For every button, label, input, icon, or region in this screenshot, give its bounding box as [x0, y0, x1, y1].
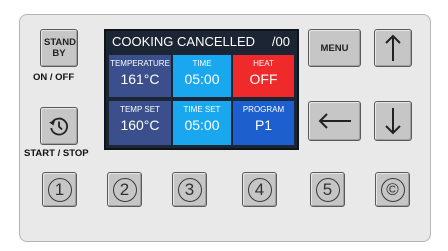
restart-icon [49, 117, 68, 136]
time-set-label: TIME SET [183, 105, 221, 114]
copyright-button[interactable]: © [375, 172, 410, 207]
menu-button[interactable]: MENU [308, 29, 361, 67]
menu-label: MENU [320, 42, 349, 54]
screen-title: COOKING CANCELLED [112, 34, 256, 49]
copyright-label: © [380, 177, 405, 202]
program-value: P1 [254, 117, 273, 133]
temp-set-cell: TEMP SET 160°C [109, 101, 171, 145]
start-stop-button[interactable] [40, 107, 78, 145]
program-label: PROGRAM [242, 105, 285, 114]
number-button-1[interactable]: 1 [42, 172, 77, 207]
heat-value: OFF [249, 71, 278, 87]
screen-counter: /00 [271, 34, 290, 49]
temperature-cell: TEMPERATURE 161°C [109, 55, 171, 97]
number-button-5[interactable]: 5 [310, 172, 345, 207]
arrow-down-button[interactable] [374, 101, 412, 141]
startstop-caption: START / STOP [24, 148, 89, 159]
program-cell: PROGRAM P1 [233, 101, 294, 145]
number-button-3[interactable]: 3 [172, 172, 207, 207]
heat-cell: HEAT OFF [233, 55, 294, 97]
arrow-left-button[interactable] [308, 101, 361, 141]
number-2-label: 2 [112, 177, 137, 202]
heat-label: HEAT [253, 59, 274, 68]
temp-set-value: 160°C [120, 117, 160, 133]
temp-set-label: TEMP SET [120, 105, 160, 114]
arrow-left-icon [318, 113, 351, 129]
number-5-label: 5 [315, 177, 340, 202]
time-set-cell: TIME SET 05:00 [173, 101, 231, 145]
number-button-2[interactable]: 2 [107, 172, 142, 207]
temperature-value: 161°C [120, 71, 160, 87]
number-1-label: 1 [47, 177, 72, 202]
number-button-4[interactable]: 4 [242, 172, 277, 207]
time-value: 05:00 [184, 71, 220, 87]
arrow-down-icon [385, 108, 401, 135]
standby-label: STAND BY [44, 37, 77, 59]
number-3-label: 3 [177, 177, 202, 202]
temperature-label: TEMPERATURE [110, 59, 170, 68]
number-4-label: 4 [247, 177, 272, 202]
display-screen: COOKING CANCELLED /00 TEMPERATURE 161°C … [104, 29, 299, 150]
arrow-up-icon [385, 34, 401, 61]
time-label: TIME [192, 59, 212, 68]
time-set-value: 05:00 [184, 117, 220, 133]
onoff-caption: ON / OFF [33, 72, 75, 83]
arrow-up-button[interactable] [374, 29, 412, 67]
time-cell: TIME 05:00 [173, 55, 231, 97]
standby-button[interactable]: STAND BY [40, 29, 78, 67]
